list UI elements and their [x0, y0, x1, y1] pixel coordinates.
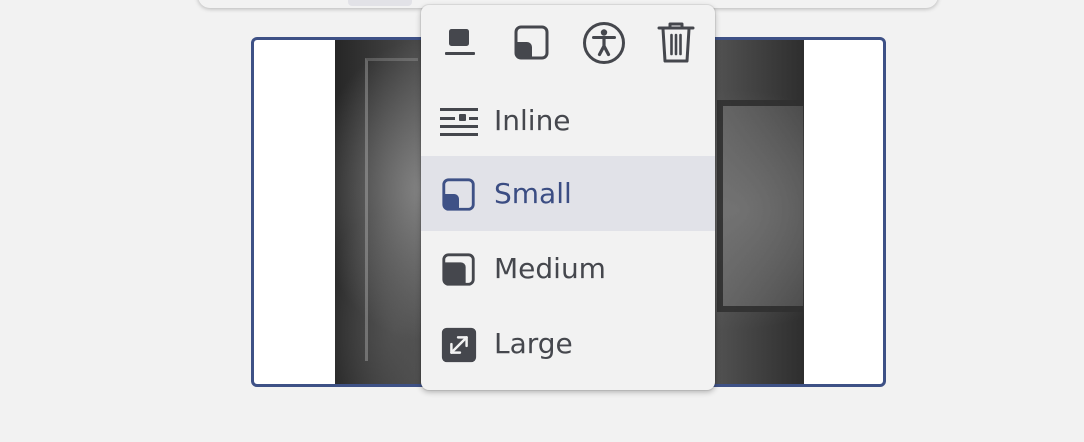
size-small-button[interactable] [507, 19, 557, 67]
inline-text-icon [440, 103, 478, 141]
accessibility-icon [583, 22, 625, 64]
menu-icon-toolbar [421, 5, 715, 81]
alt-text-button[interactable] [579, 19, 629, 67]
menu-item-large[interactable]: Large [421, 306, 715, 381]
trash-icon [657, 22, 695, 63]
menu-item-label: Large [494, 327, 573, 360]
size-medium-icon [440, 251, 478, 289]
menu-item-medium[interactable]: Medium [421, 231, 715, 306]
menu-item-label: Inline [494, 104, 571, 137]
toolbar-active-indicator [348, 0, 412, 6]
menu-item-inline[interactable]: Inline [421, 83, 715, 158]
size-small-icon [514, 25, 549, 60]
menu-item-small[interactable]: Small [421, 156, 715, 231]
align-bottom-icon [445, 29, 475, 55]
expand-arrows-icon [440, 326, 478, 364]
menu-item-label: Medium [494, 252, 606, 285]
align-bottom-button[interactable] [435, 19, 485, 67]
size-small-icon [440, 176, 478, 214]
image-options-menu: Inline Small Medium Large [421, 5, 715, 390]
delete-image-button[interactable] [651, 19, 701, 67]
menu-item-label: Small [494, 177, 572, 210]
